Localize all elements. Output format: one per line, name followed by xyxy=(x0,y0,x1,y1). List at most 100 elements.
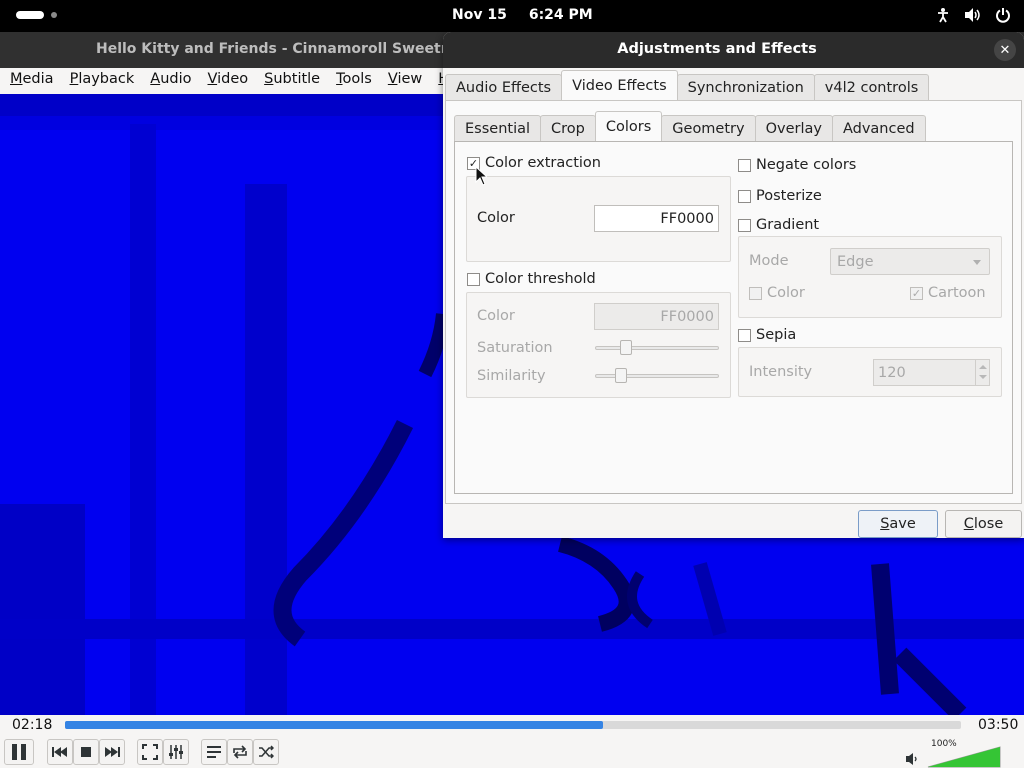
similarity-slider[interactable] xyxy=(595,368,719,384)
sepia-intensity-spinbox[interactable]: 120 xyxy=(873,359,990,386)
equalizer-icon xyxy=(169,745,183,759)
previous-button[interactable] xyxy=(47,739,73,765)
playback-controls xyxy=(0,737,1024,768)
fullscreen-button[interactable] xyxy=(137,739,163,765)
stop-icon xyxy=(81,747,91,757)
clock[interactable]: Nov 15 6:24 PM xyxy=(452,7,593,23)
menu-video[interactable]: Video xyxy=(200,68,257,94)
accessibility-icon[interactable] xyxy=(934,6,952,24)
volume-control[interactable]: 100% xyxy=(905,738,1005,768)
color-threshold-checkbox[interactable]: Color threshold xyxy=(467,271,596,287)
gradient-color-label: Color xyxy=(767,285,805,301)
sepia-intensity-value: 120 xyxy=(878,364,906,381)
threshold-color-field[interactable]: FF0000 xyxy=(594,303,719,330)
cartoon-check-icon: ✓ xyxy=(910,286,923,300)
sepia-check-icon xyxy=(738,328,751,342)
volume-icon xyxy=(906,753,917,765)
chevron-down-icon xyxy=(973,260,981,265)
tab-video-effects[interactable]: Video Effects xyxy=(561,70,678,100)
extraction-color-field[interactable]: FF0000 xyxy=(594,205,719,232)
system-tray[interactable] xyxy=(934,6,1012,24)
sepia-intensity-label: Intensity xyxy=(749,364,813,380)
power-icon[interactable] xyxy=(994,6,1012,24)
extended-settings-button[interactable] xyxy=(163,739,189,765)
tab-colors[interactable]: Colors xyxy=(594,111,663,141)
save-button[interactable]: Save xyxy=(858,510,938,538)
seek-progress xyxy=(65,721,603,729)
color-threshold-label: Color threshold xyxy=(485,271,596,287)
menu-audio[interactable]: Audio xyxy=(142,68,199,94)
tab-overlay[interactable]: Overlay xyxy=(754,115,833,141)
pause-button[interactable] xyxy=(4,739,34,765)
playlist-icon xyxy=(207,746,221,758)
negate-colors-checkbox[interactable]: Negate colors xyxy=(738,157,856,173)
gradient-label: Gradient xyxy=(756,217,820,233)
gradient-check-icon xyxy=(738,218,751,232)
saturation-handle[interactable] xyxy=(620,340,632,355)
negate-check-icon xyxy=(738,158,751,172)
dialog-title: Adjustments and Effects xyxy=(617,41,817,57)
playlist-button[interactable] xyxy=(201,739,227,765)
cartoon-checkbox[interactable]: ✓ Cartoon xyxy=(910,285,986,301)
gradient-checkbox[interactable]: Gradient xyxy=(738,217,819,233)
dialog-close-icon[interactable]: ✕ xyxy=(994,39,1016,61)
menu-tools[interactable]: Tools xyxy=(328,68,380,94)
tab-v4l2-controls[interactable]: v4l2 controls xyxy=(813,74,930,100)
color-threshold-check-icon xyxy=(467,272,480,286)
tab-advanced[interactable]: Advanced xyxy=(831,115,926,141)
tab-essential[interactable]: Essential xyxy=(454,115,542,141)
seek-bar[interactable] xyxy=(65,721,961,729)
close-button[interactable]: Close xyxy=(945,510,1022,538)
posterize-label: Posterize xyxy=(756,188,822,204)
pause-icon xyxy=(12,744,26,760)
tab-audio-effects[interactable]: Audio Effects xyxy=(445,74,563,100)
save-button-label: Save xyxy=(880,516,916,532)
color-extraction-label: Color extraction xyxy=(485,155,601,171)
clock-date: Nov 15 xyxy=(452,7,507,23)
speaker-icon[interactable] xyxy=(964,6,982,24)
total-time: 03:50 xyxy=(978,717,1019,733)
next-button[interactable] xyxy=(99,739,125,765)
gradient-mode-label: Mode xyxy=(749,253,789,269)
saturation-slider[interactable] xyxy=(595,340,719,356)
clock-time: 6:24 PM xyxy=(528,7,593,23)
menu-subtitle[interactable]: Subtitle xyxy=(256,68,328,94)
system-top-bar: Nov 15 6:24 PM xyxy=(0,0,1024,32)
elapsed-time: 02:18 xyxy=(12,717,53,733)
effects-tabs: Audio Effects Video Effects Synchronizat… xyxy=(445,70,930,100)
cartoon-label: Cartoon xyxy=(928,285,986,301)
menu-media[interactable]: Media xyxy=(2,68,62,94)
stop-button[interactable] xyxy=(73,739,99,765)
menu-view[interactable]: View xyxy=(380,68,430,94)
posterize-checkbox[interactable]: Posterize xyxy=(738,188,822,204)
extraction-color-label: Color xyxy=(477,210,515,226)
seek-row: 02:18 03:50 xyxy=(0,715,1024,737)
similarity-handle[interactable] xyxy=(615,368,627,383)
volume-slider[interactable] xyxy=(927,746,1001,768)
menu-playback[interactable]: Playback xyxy=(62,68,143,94)
gradient-mode-select[interactable]: Edge xyxy=(830,248,990,275)
video-effects-subtabs: Essential Crop Colors Geometry Overlay A… xyxy=(454,111,926,141)
color-extraction-checkbox[interactable]: ✓ Color extraction xyxy=(467,155,601,171)
workspace-indicator-active xyxy=(16,11,44,19)
gradient-color-checkbox[interactable]: Color xyxy=(749,285,805,301)
activities-button[interactable] xyxy=(16,11,57,19)
gradient-color-check-icon xyxy=(749,286,762,300)
skip-forward-icon xyxy=(105,747,120,757)
loop-button[interactable] xyxy=(227,739,253,765)
spin-arrows-icon[interactable] xyxy=(975,360,989,385)
sepia-checkbox[interactable]: Sepia xyxy=(738,327,796,343)
saturation-track xyxy=(595,346,719,350)
close-button-label: Close xyxy=(963,516,1004,532)
shuffle-button[interactable] xyxy=(253,739,279,765)
similarity-label: Similarity xyxy=(477,368,546,384)
skip-back-icon xyxy=(52,747,67,757)
loop-icon xyxy=(233,745,247,759)
tab-geometry[interactable]: Geometry xyxy=(661,115,756,141)
adjustments-dialog: Adjustments and Effects ✕ Audio Effects … xyxy=(443,32,1024,538)
tab-crop[interactable]: Crop xyxy=(540,115,596,141)
dialog-titlebar[interactable]: Adjustments and Effects ✕ xyxy=(443,32,1024,68)
threshold-color-label: Color xyxy=(477,308,515,324)
posterize-check-icon xyxy=(738,189,751,203)
tab-synchronization[interactable]: Synchronization xyxy=(676,74,815,100)
